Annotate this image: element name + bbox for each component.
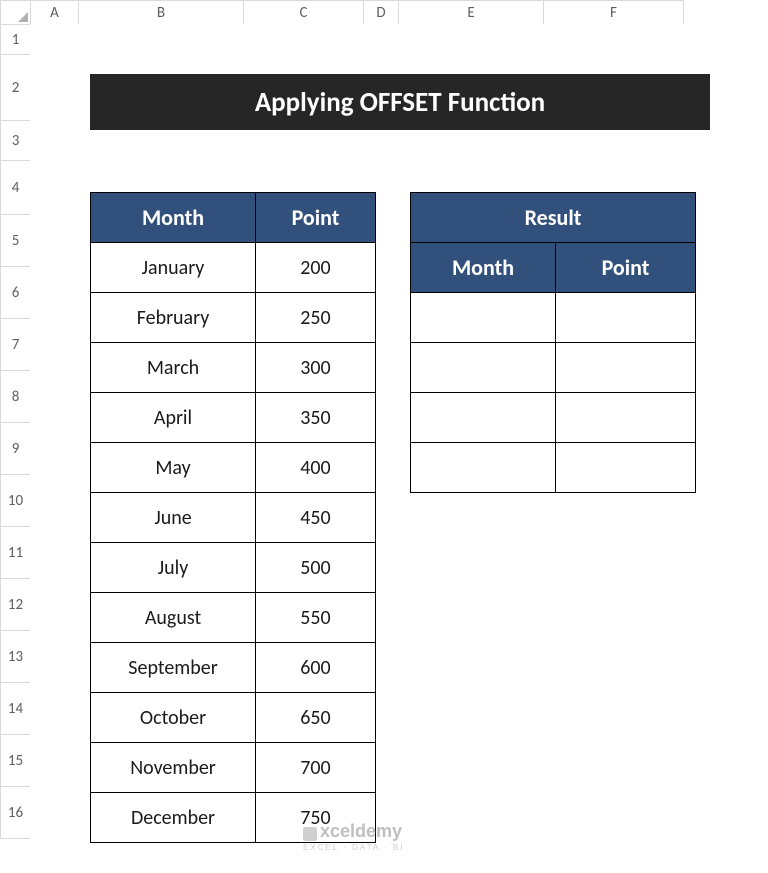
cell-month[interactable]: June	[91, 493, 256, 543]
cell-point[interactable]: 550	[256, 593, 376, 643]
select-all-corner[interactable]	[1, 1, 31, 25]
col-header-D[interactable]: D	[364, 1, 399, 25]
col-header-C[interactable]: C	[244, 1, 364, 25]
row-header-1[interactable]: 1	[1, 25, 31, 55]
table-row	[411, 393, 696, 443]
cell-month[interactable]: July	[91, 543, 256, 593]
table-row: May400	[91, 443, 376, 493]
watermark-sub: EXCEL · DATA · BI	[303, 843, 404, 852]
cell-point[interactable]: 700	[256, 743, 376, 793]
row-header-2[interactable]: 2	[1, 55, 31, 121]
cell-month[interactable]: January	[91, 243, 256, 293]
cell-month[interactable]: October	[91, 693, 256, 743]
table-row: July500	[91, 543, 376, 593]
result-cell-point[interactable]	[556, 293, 696, 343]
row-header-3[interactable]: 3	[1, 121, 31, 161]
result-table: Result Month Point	[410, 192, 696, 493]
table-row: August550	[91, 593, 376, 643]
result-header-point[interactable]: Point	[556, 243, 696, 293]
row-header-4[interactable]: 4	[1, 161, 31, 215]
table-row	[411, 293, 696, 343]
cell-point[interactable]: 600	[256, 643, 376, 693]
row-header-11[interactable]: 11	[1, 527, 31, 579]
table-row: September600	[91, 643, 376, 693]
table-row	[411, 443, 696, 493]
row-header-5[interactable]: 5	[1, 215, 31, 267]
cell-month[interactable]: February	[91, 293, 256, 343]
col-header-A[interactable]: A	[31, 1, 79, 25]
cell-point[interactable]: 200	[256, 243, 376, 293]
row-header-15[interactable]: 15	[1, 735, 31, 787]
table-row: January200	[91, 243, 376, 293]
table-row: June450	[91, 493, 376, 543]
result-cell-month[interactable]	[411, 343, 556, 393]
table-row: April350	[91, 393, 376, 443]
cell-month[interactable]: March	[91, 343, 256, 393]
sheet-content: Applying OFFSET Function Month Point Jan…	[30, 24, 768, 873]
row-header-8[interactable]: 8	[1, 371, 31, 423]
table-row: December750	[91, 793, 376, 843]
cell-month[interactable]: December	[91, 793, 256, 843]
cell-month[interactable]: August	[91, 593, 256, 643]
data-header-point[interactable]: Point	[256, 193, 376, 243]
col-header-E[interactable]: E	[399, 1, 544, 25]
result-cell-month[interactable]	[411, 443, 556, 493]
table-row: November700	[91, 743, 376, 793]
table-row: February250	[91, 293, 376, 343]
cell-point[interactable]: 400	[256, 443, 376, 493]
table-row: October650	[91, 693, 376, 743]
row-header-14[interactable]: 14	[1, 683, 31, 735]
row-header-6[interactable]: 6	[1, 267, 31, 319]
col-header-F[interactable]: F	[544, 1, 684, 25]
cell-point[interactable]: 350	[256, 393, 376, 443]
result-cell-month[interactable]	[411, 293, 556, 343]
result-title[interactable]: Result	[411, 193, 696, 243]
cell-point[interactable]: 500	[256, 543, 376, 593]
result-header-month[interactable]: Month	[411, 243, 556, 293]
data-header-month[interactable]: Month	[91, 193, 256, 243]
cell-month[interactable]: April	[91, 393, 256, 443]
result-cell-point[interactable]	[556, 343, 696, 393]
result-cell-month[interactable]	[411, 393, 556, 443]
table-row: March300	[91, 343, 376, 393]
cell-point[interactable]: 650	[256, 693, 376, 743]
cell-point[interactable]: 300	[256, 343, 376, 393]
col-header-B[interactable]: B	[79, 1, 244, 25]
result-cell-point[interactable]	[556, 393, 696, 443]
result-cell-point[interactable]	[556, 443, 696, 493]
data-table: Month Point January200 February250 March…	[90, 192, 376, 843]
page-title: Applying OFFSET Function	[90, 74, 710, 130]
cell-point[interactable]: 750	[256, 793, 376, 843]
cell-month[interactable]: September	[91, 643, 256, 693]
row-header-16[interactable]: 16	[1, 787, 31, 839]
cell-point[interactable]: 450	[256, 493, 376, 543]
row-header-7[interactable]: 7	[1, 319, 31, 371]
row-header-10[interactable]: 10	[1, 475, 31, 527]
row-header-12[interactable]: 12	[1, 579, 31, 631]
row-header-13[interactable]: 13	[1, 631, 31, 683]
cell-month[interactable]: November	[91, 743, 256, 793]
cell-point[interactable]: 250	[256, 293, 376, 343]
cell-month[interactable]: May	[91, 443, 256, 493]
table-row	[411, 343, 696, 393]
row-header-9[interactable]: 9	[1, 423, 31, 475]
